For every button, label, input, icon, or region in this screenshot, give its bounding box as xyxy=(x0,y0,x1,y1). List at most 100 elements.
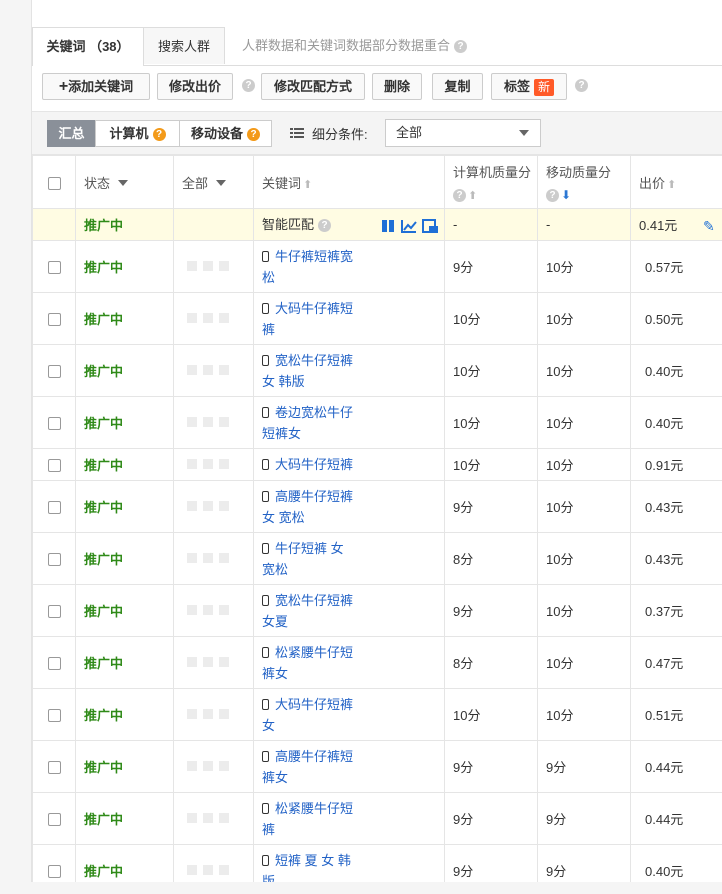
keyword-link[interactable]: 高腰牛仔短裤 xyxy=(275,489,353,504)
row-checkbox[interactable] xyxy=(48,365,61,379)
row-checkbox[interactable] xyxy=(48,813,61,827)
keyword-link[interactable]: 大码牛仔短裤 xyxy=(275,697,353,712)
tab-keywords[interactable]: 关键词 （38） xyxy=(32,27,144,66)
keyword-link-line2[interactable]: 裤女 xyxy=(262,770,288,785)
keyword-link[interactable]: 宽松牛仔短裤 xyxy=(275,353,353,368)
help-icon[interactable]: ? xyxy=(242,79,255,92)
table-row: 推广中 高腰牛仔裤短 裤女 9分 9分 0.44元 xyxy=(32,740,722,793)
delete-button[interactable]: 删除 xyxy=(372,73,422,100)
new-badge: 新 xyxy=(534,79,555,96)
edit-bid-button[interactable]: 修改出价 xyxy=(157,73,233,100)
keyword-link[interactable]: 松紧腰牛仔短 xyxy=(275,645,353,660)
row-checkbox[interactable] xyxy=(48,657,61,671)
bid-value[interactable]: 0.37元 xyxy=(630,584,722,637)
row-checkbox[interactable] xyxy=(48,459,61,473)
trend-chart-icon[interactable] xyxy=(401,220,417,233)
bid-value[interactable]: 0.47元 xyxy=(630,636,722,689)
keyword-link[interactable]: 高腰牛仔裤短 xyxy=(275,749,353,764)
bid-value[interactable]: 0.91元 xyxy=(630,448,722,481)
row-checkbox[interactable] xyxy=(48,761,61,775)
sort-icon[interactable]: ⬆ xyxy=(468,189,477,202)
segment-computer[interactable]: 计算机? xyxy=(95,120,180,147)
tag-label: 标签 xyxy=(503,79,530,94)
row-checkbox[interactable] xyxy=(48,417,61,431)
header-pc-quality[interactable]: 计算机质量分 ? ⬆ xyxy=(444,155,538,209)
segment-summary[interactable]: 汇总 xyxy=(47,120,96,147)
pc-quality-value: 9分 xyxy=(444,584,538,637)
help-icon[interactable]: ? xyxy=(575,79,588,92)
keyword-link-line2[interactable]: 宽松 xyxy=(262,562,288,577)
row-select-cell xyxy=(32,740,76,793)
segment-filter-select[interactable]: 全部 xyxy=(385,119,541,147)
edit-pencil-icon[interactable]: ✎ xyxy=(703,218,715,235)
row-checkbox[interactable] xyxy=(48,553,61,567)
bid-value[interactable]: 0.50元 xyxy=(630,292,722,345)
bid-value[interactable]: 0.57元 xyxy=(630,240,722,293)
table-row: 推广中 松紧腰牛仔短裤 9分 9分 0.44元 xyxy=(32,792,722,845)
tab-search-audience[interactable]: 搜索人群 xyxy=(143,27,225,64)
row-checkbox[interactable] xyxy=(48,501,61,515)
placeholder-box xyxy=(219,313,229,323)
mobile-phone-icon xyxy=(262,594,269,606)
row-checkbox[interactable] xyxy=(48,261,61,275)
pc-quality-value: 10分 xyxy=(444,396,538,449)
keyword-link-line2[interactable]: 女 xyxy=(262,718,275,733)
keyword-link[interactable]: 卷边宽松牛仔 xyxy=(275,405,353,420)
keyword-link-line2[interactable]: 女 宽松 xyxy=(262,510,305,525)
header-all[interactable]: 全部 xyxy=(173,155,254,209)
copy-button[interactable]: 复制 xyxy=(432,73,483,100)
bid-value[interactable]: 0.40元 xyxy=(630,844,722,882)
keyword-link-line2[interactable]: 松 xyxy=(262,270,275,285)
bid-value[interactable]: 0.43元 xyxy=(630,532,722,585)
header-mobile-quality[interactable]: 移动质量分 ? ⬇ xyxy=(537,155,631,209)
keyword-link-line2[interactable]: 女夏 xyxy=(262,614,288,629)
tag-button[interactable]: 标签新 xyxy=(491,73,567,100)
sort-icon[interactable]: ⬆ xyxy=(667,178,676,191)
bid-value[interactable]: 0.44元 xyxy=(630,792,722,845)
sort-icon[interactable]: ⬆ xyxy=(303,178,312,191)
row-checkbox[interactable] xyxy=(48,709,61,723)
keyword-link[interactable]: 大码牛仔短裤 xyxy=(275,457,353,472)
report-icon[interactable] xyxy=(422,219,438,233)
row-checkbox[interactable] xyxy=(48,865,61,879)
help-icon[interactable]: ? xyxy=(247,128,260,142)
keyword-link[interactable]: 短裤 夏 女 韩 xyxy=(275,853,351,868)
keyword-link-line2[interactable]: 裤女 xyxy=(262,666,288,681)
placeholder-box xyxy=(203,313,213,323)
keyword-link[interactable]: 宽松牛仔短裤 xyxy=(275,593,353,608)
keyword-link-line2[interactable]: 裤 xyxy=(262,822,275,837)
add-keyword-button[interactable]: +添加关键词 xyxy=(42,73,150,100)
bid-value[interactable]: 0.40元 xyxy=(630,344,722,397)
segment-mobile[interactable]: 移动设备? xyxy=(179,120,272,147)
row-checkbox[interactable] xyxy=(48,605,61,619)
keyword-link[interactable]: 牛仔短裤 女 xyxy=(275,541,344,556)
keyword-link-line2[interactable]: 女 韩版 xyxy=(262,374,305,389)
help-icon[interactable]: ? xyxy=(318,219,332,233)
keyword-link-line2[interactable]: 裤 xyxy=(262,322,275,337)
bid-value[interactable]: 0.51元 xyxy=(630,688,722,741)
empty-cell xyxy=(173,208,254,241)
header-status[interactable]: 状态 xyxy=(75,155,174,209)
select-all-checkbox[interactable] xyxy=(48,176,61,190)
header-keyword[interactable]: 关键词 ⬆ xyxy=(253,155,445,209)
edit-match-button[interactable]: 修改匹配方式 xyxy=(261,73,365,100)
keyword-link[interactable]: 牛仔裤短裤宽 xyxy=(275,249,353,264)
bid-value[interactable]: 0.40元 xyxy=(630,396,722,449)
row-checkbox[interactable] xyxy=(48,313,61,327)
header-bid[interactable]: 出价 ⬆ xyxy=(630,155,722,209)
help-icon[interactable]: ? xyxy=(546,189,559,203)
status-text: 推广中 xyxy=(75,636,174,689)
help-icon[interactable]: ? xyxy=(152,128,166,142)
pause-icon[interactable] xyxy=(382,220,394,232)
keyword-link-line2[interactable]: 短裤女 xyxy=(262,426,301,441)
keyword-link[interactable]: 松紧腰牛仔短 xyxy=(275,801,353,816)
bid-value[interactable]: 0.43元 xyxy=(630,480,722,533)
keyword-link[interactable]: 大码牛仔裤短 xyxy=(275,301,353,316)
keyword-link-line2[interactable]: 版 xyxy=(262,874,275,883)
sort-down-icon[interactable]: ⬇ xyxy=(561,188,571,202)
help-icon[interactable]: ? xyxy=(454,40,468,54)
mobile-phone-icon xyxy=(262,406,269,418)
mobile-quality-value: 10分 xyxy=(537,584,631,637)
help-icon[interactable]: ? xyxy=(453,189,466,203)
bid-value[interactable]: 0.44元 xyxy=(630,740,722,793)
